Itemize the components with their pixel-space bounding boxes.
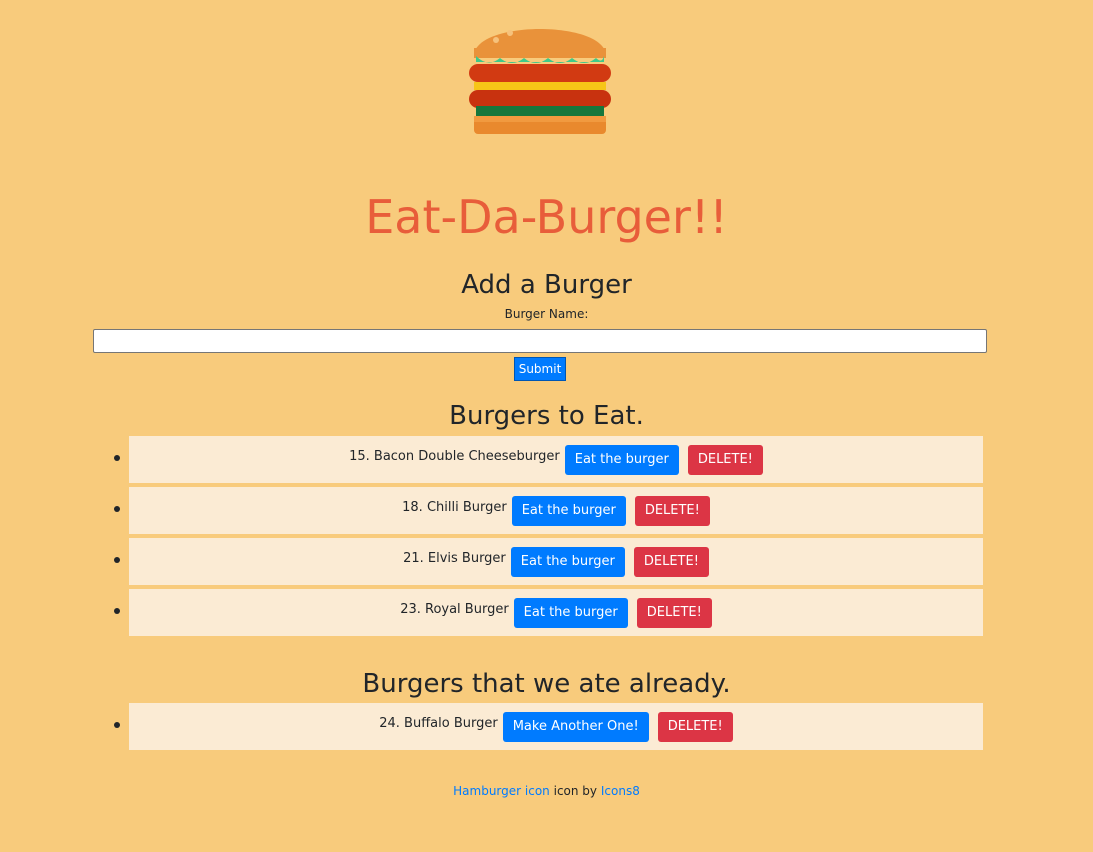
delete-button[interactable]: DELETE! (634, 495, 710, 526)
list-item: 24. Buffalo Burger Make Another One! DEL… (114, 703, 983, 750)
list-item: 15. Bacon Double Cheeseburger Eat the bu… (114, 436, 983, 483)
delete-button[interactable]: DELETE! (633, 546, 709, 577)
delete-button[interactable]: DELETE! (657, 711, 733, 742)
submit-button[interactable]: Submit (514, 357, 566, 381)
list-item: 18. Chilli Burger Eat the burger DELETE! (114, 487, 983, 534)
footer-text: icon by (553, 784, 598, 798)
hamburger-icon (469, 29, 611, 134)
eat-burger-button[interactable]: Eat the burger (510, 546, 625, 577)
burger-name: 21. Elvis Burger (403, 550, 506, 566)
delete-button[interactable]: DELETE! (636, 597, 712, 628)
burgers-eaten-heading: Burgers that we ate already. (362, 669, 731, 699)
hamburger-icon-link[interactable]: Hamburger icon (453, 784, 550, 798)
delete-button[interactable]: DELETE! (687, 444, 763, 475)
make-another-button[interactable]: Make Another One! (502, 711, 649, 742)
burgers-to-eat-heading: Burgers to Eat. (449, 401, 644, 431)
burgers-eaten-list: 24. Buffalo Burger Make Another One! DEL… (114, 703, 983, 754)
burger-name-label: Burger Name: (504, 307, 589, 321)
bullet-icon (114, 557, 120, 563)
bullet-icon (114, 722, 120, 728)
burger-name: 24. Buffalo Burger (379, 715, 498, 731)
list-item: 23. Royal Burger Eat the burger DELETE! (114, 589, 983, 636)
app-title: Eat-Da-Burger!! (365, 190, 728, 244)
icons8-link[interactable]: Icons8 (601, 784, 640, 798)
burger-name-input[interactable] (93, 329, 987, 353)
eat-burger-button[interactable]: Eat the burger (564, 444, 679, 475)
bullet-icon (114, 506, 120, 512)
burger-name: 23. Royal Burger (400, 601, 509, 617)
eat-burger-button[interactable]: Eat the burger (511, 495, 626, 526)
list-item: 21. Elvis Burger Eat the burger DELETE! (114, 538, 983, 585)
bullet-icon (114, 608, 120, 614)
burger-name: 15. Bacon Double Cheeseburger (349, 448, 560, 464)
burger-name: 18. Chilli Burger (402, 499, 507, 515)
burgers-to-eat-list: 15. Bacon Double Cheeseburger Eat the bu… (114, 436, 983, 640)
footer-attribution: Hamburger icon icon by Icons8 (0, 783, 1093, 799)
add-burger-heading: Add a Burger (461, 270, 632, 300)
bullet-icon (114, 455, 120, 461)
eat-burger-button[interactable]: Eat the burger (513, 597, 628, 628)
